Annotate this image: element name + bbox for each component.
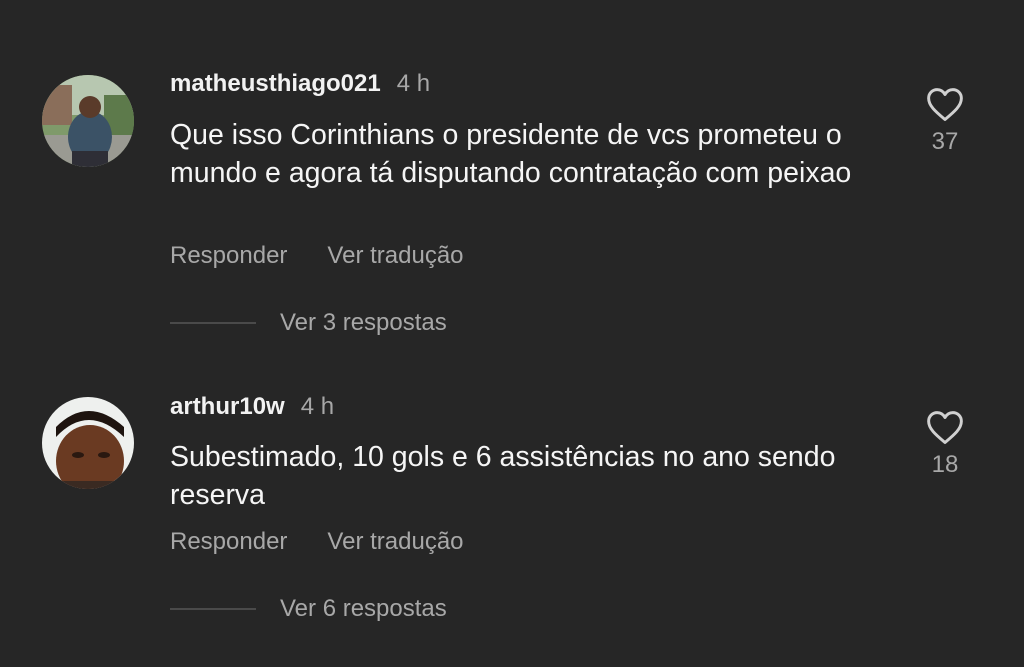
reply-button[interactable]: Responder <box>170 528 287 555</box>
view-replies-button[interactable]: Ver 6 respostas <box>170 595 447 623</box>
divider <box>170 608 256 610</box>
timestamp: 4 h <box>300 393 335 420</box>
username[interactable]: arthur10w <box>170 393 285 420</box>
comment-item: arthur10w 4 h Subestimado, 10 gols e 6 as… <box>0 0 1024 667</box>
comment-actions: Responder Ver tradução <box>170 528 464 556</box>
view-replies-label: Ver 6 respostas <box>280 595 447 622</box>
comment-meta: arthur10w 4 h <box>170 393 334 421</box>
like-count: 18 <box>931 451 959 478</box>
heart-icon[interactable] <box>925 409 965 445</box>
comment-text: Subestimado, 10 gols e 6 assistências no… <box>170 441 836 511</box>
avatar[interactable] <box>42 397 134 489</box>
avatar-photo <box>42 397 134 489</box>
translate-button[interactable]: Ver tradução <box>327 528 463 555</box>
like-button[interactable]: 18 <box>918 409 972 479</box>
comments-list: matheusthiago021 4 h Que isso Corinthians… <box>0 0 1024 667</box>
